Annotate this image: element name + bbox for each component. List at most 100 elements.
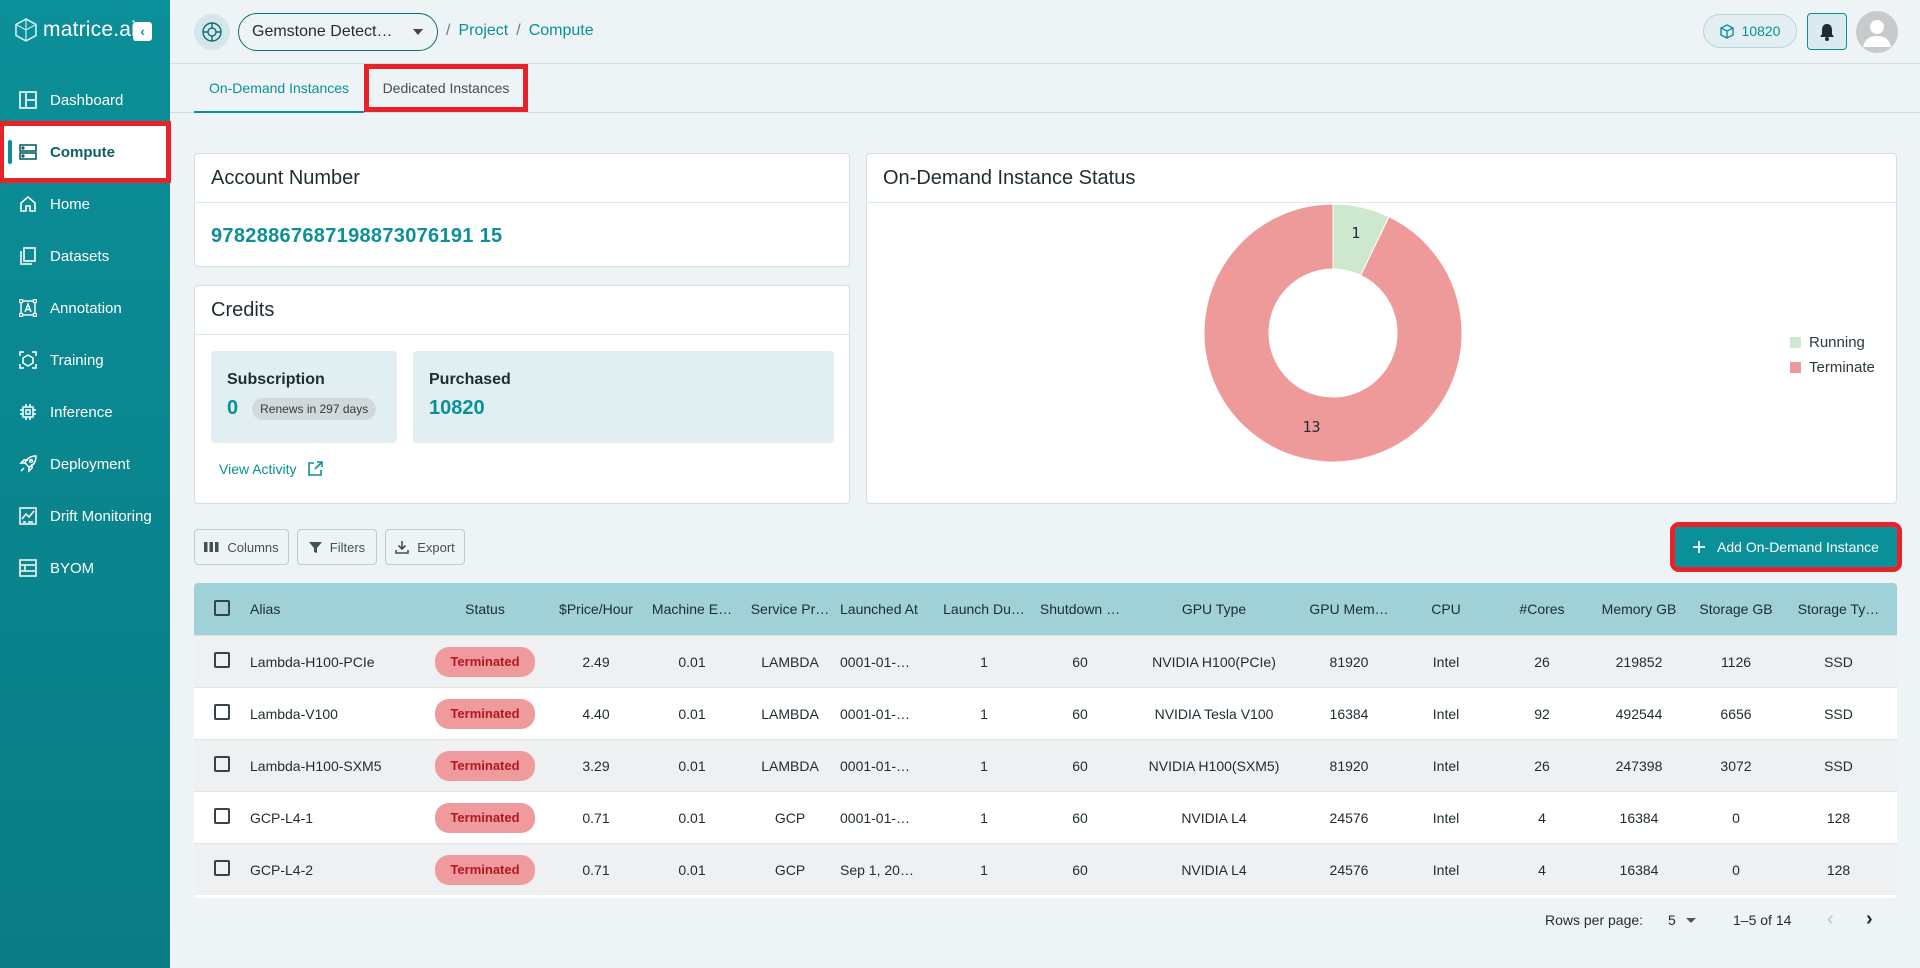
- status-cell: Terminated: [422, 646, 548, 677]
- row-checkbox[interactable]: [214, 704, 230, 720]
- status-donut-chart: 1 13: [1203, 203, 1463, 463]
- notifications-button[interactable]: [1807, 13, 1847, 50]
- subscription-box: Subscription 0 Renews in 297 days: [211, 351, 397, 443]
- column-header[interactable]: Shutdown …: [1032, 601, 1128, 617]
- collapse-sidebar-button[interactable]: ‹: [133, 22, 152, 41]
- sidebar-item-dashboard[interactable]: Dashboard: [0, 74, 170, 126]
- row-checkbox[interactable]: [214, 756, 230, 772]
- table-cell: 1: [980, 861, 988, 878]
- columns-label: Columns: [227, 539, 279, 555]
- table-row[interactable]: Lambda-H100-PCIe Terminated 2.49 0.01 LAMBDA…: [194, 635, 1897, 687]
- column-header[interactable]: Launched At: [840, 601, 936, 617]
- table-cell: 0001-01-…: [840, 705, 911, 722]
- project-select-value: Gemstone Detect…: [252, 23, 393, 40]
- column-header[interactable]: Machine E…: [644, 601, 740, 617]
- table-cell: 1: [980, 809, 988, 826]
- table-cell: NVIDIA H100(SXM5): [1148, 757, 1280, 774]
- view-activity-link[interactable]: View Activity: [219, 461, 323, 477]
- brand-name: matrice.ai: [43, 18, 137, 41]
- purchased-box: Purchased 10820: [413, 351, 834, 443]
- table-cell: 0: [1732, 809, 1740, 826]
- table-row[interactable]: GCP-L4-1 Terminated 0.71 0.01 GCP 0001-01-… 1 6…: [194, 791, 1897, 843]
- sidebar-item-datasets[interactable]: Datasets: [0, 230, 170, 282]
- select-all-checkbox[interactable]: [214, 599, 230, 616]
- rows-per-page-select[interactable]: 5: [1668, 912, 1696, 928]
- column-header[interactable]: Service Pr…: [740, 601, 840, 617]
- previous-page-button[interactable]: ‹: [1827, 908, 1834, 931]
- legend-item-terminate[interactable]: Terminate: [1790, 355, 1875, 380]
- next-page-button[interactable]: ›: [1866, 908, 1873, 931]
- rows-per-page-label: Rows per page:: [1545, 912, 1644, 928]
- breadcrumb-project[interactable]: Project: [458, 22, 508, 40]
- matrice-logo-icon: [15, 18, 37, 42]
- breadcrumb-separator: /: [446, 22, 451, 39]
- tab-on-demand-instances[interactable]: On-Demand Instances: [194, 64, 364, 113]
- add-on-demand-instance-button[interactable]: Add On-Demand Instance: [1670, 522, 1902, 572]
- column-header[interactable]: Memory GB: [1590, 601, 1688, 617]
- sidebar-item-drift-monitoring[interactable]: Drift Monitoring: [0, 490, 170, 542]
- table-cell: LAMBDA: [761, 705, 819, 722]
- sidebar-item-annotation[interactable]: Annotation: [0, 282, 170, 334]
- column-header[interactable]: GPU Mem…: [1300, 601, 1398, 617]
- brand-logo[interactable]: matrice.ai: [15, 18, 136, 42]
- filters-button[interactable]: Filters: [297, 529, 377, 565]
- table-cell: SSD: [1824, 757, 1853, 774]
- column-header[interactable]: Storage Ty…: [1784, 601, 1893, 617]
- sidebar-item-inference[interactable]: Inference: [0, 386, 170, 438]
- column-header[interactable]: #Cores: [1494, 601, 1590, 617]
- sidebar-item-compute[interactable]: Compute: [0, 121, 171, 183]
- row-checkbox[interactable]: [214, 860, 230, 876]
- rows-per-page-value: 5: [1668, 912, 1676, 928]
- chevron-left-icon: ‹: [140, 24, 145, 39]
- table-cell: 4: [1538, 809, 1546, 826]
- table-cell: Lambda-H100-SXM5: [250, 757, 382, 774]
- table-cell: 81920: [1329, 653, 1369, 670]
- table-row[interactable]: GCP-L4-2 Terminated 0.71 0.01 GCP Sep 1, 20… 1…: [194, 843, 1897, 895]
- column-header[interactable]: Storage GB: [1688, 601, 1784, 617]
- table-cell: 92: [1534, 705, 1550, 722]
- column-header[interactable]: GPU Type: [1128, 601, 1300, 617]
- tab-dedicated-instances[interactable]: Dedicated Instances: [364, 64, 528, 112]
- chart-legend: Running Terminate: [1790, 330, 1875, 380]
- project-select[interactable]: Gemstone Detect…: [238, 13, 438, 51]
- project-icon[interactable]: [194, 14, 230, 50]
- table-cell: GCP: [774, 809, 806, 826]
- legend-label: Terminate: [1809, 359, 1875, 376]
- breadcrumb-compute[interactable]: Compute: [529, 22, 594, 40]
- credits-badge[interactable]: 10820: [1703, 14, 1797, 48]
- sidebar-item-deployment[interactable]: Deployment: [0, 438, 170, 490]
- table-cell: GCP-L4-2: [250, 861, 314, 878]
- status-badge: Terminated: [435, 698, 535, 729]
- column-header[interactable]: Launch Du…: [936, 601, 1032, 617]
- export-button[interactable]: Export: [385, 529, 465, 565]
- column-header[interactable]: $Price/Hour: [548, 601, 644, 617]
- sidebar-item-training[interactable]: Training: [0, 334, 170, 386]
- donut-data-label: 13: [1302, 418, 1320, 436]
- row-checkbox[interactable]: [214, 808, 230, 824]
- sidebar-item-label: Dashboard: [50, 91, 124, 109]
- table-cell: 492544: [1615, 705, 1663, 722]
- columns-button[interactable]: Columns: [194, 529, 289, 565]
- table-cell: 1: [980, 705, 988, 722]
- row-checkbox[interactable]: [214, 652, 230, 668]
- table-cell: 24576: [1329, 861, 1369, 878]
- legend-item-running[interactable]: Running: [1790, 330, 1875, 355]
- breadcrumb-separator: /: [516, 22, 521, 39]
- deployment-icon: [18, 454, 38, 474]
- table-cell: 16384: [1329, 705, 1369, 722]
- sidebar-item-home[interactable]: Home: [0, 178, 170, 230]
- table-row[interactable]: Lambda-V100 Terminated 4.40 0.01 LAMBDA 0001-…: [194, 687, 1897, 739]
- sidebar-item-label: Deployment: [50, 455, 131, 473]
- column-header[interactable]: Status: [422, 601, 548, 617]
- byom-icon: [18, 558, 38, 578]
- table-row[interactable]: Lambda-H100-SXM5 Terminated 3.29 0.01 LAMBDA…: [194, 739, 1897, 791]
- chart-title: On-Demand Instance Status: [867, 154, 1896, 203]
- column-header[interactable]: Alias: [250, 601, 422, 617]
- table-cell: 81920: [1329, 757, 1369, 774]
- table-cell: 3.29: [582, 757, 610, 774]
- sidebar-item-byom[interactable]: BYOM: [0, 542, 170, 594]
- donut-slice-terminate[interactable]: [1203, 203, 1463, 463]
- column-header[interactable]: CPU: [1398, 601, 1494, 617]
- avatar[interactable]: [1856, 11, 1898, 53]
- table-cell: 2.49: [582, 653, 610, 670]
